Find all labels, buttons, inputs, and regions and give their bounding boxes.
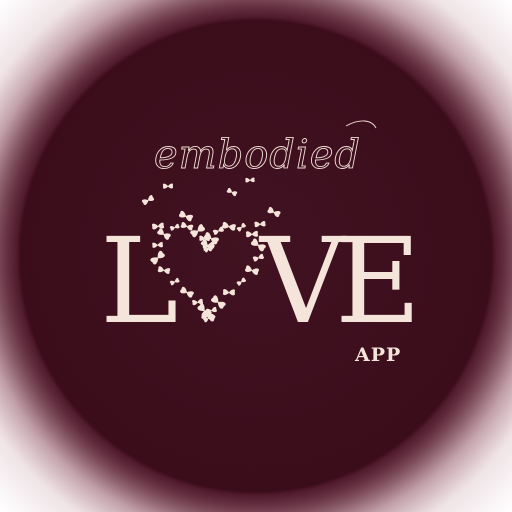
butterfly-icon	[236, 222, 247, 232]
butterfly-icon	[162, 183, 174, 189]
butterfly-icon	[169, 277, 180, 286]
letter-v: V	[260, 212, 346, 350]
butterfly-icon	[151, 222, 165, 230]
butterfly-icon	[179, 286, 195, 299]
butterfly-icon	[244, 264, 260, 276]
butterfly-icon	[210, 294, 227, 310]
butterfly-icon	[156, 227, 172, 241]
letter-e: E	[335, 212, 422, 350]
butterfly-icon	[149, 250, 166, 266]
butterfly-icon	[221, 221, 237, 232]
butterfly-icon	[226, 187, 238, 197]
butterfly-icon	[245, 230, 259, 238]
butterfly-icon	[180, 221, 194, 231]
butterfly-icon	[245, 177, 255, 183]
app-icon: embodied L V E APP	[0, 0, 512, 512]
butterfly-icon	[236, 277, 247, 287]
butterfly-icon	[157, 265, 171, 275]
butterfly-icon	[169, 223, 180, 232]
butterfly-icon	[152, 241, 164, 248]
butterfly-icon	[141, 194, 155, 206]
butterfly-icon	[178, 210, 194, 222]
butterfly-icon	[222, 289, 236, 296]
app-label: APP	[355, 344, 402, 366]
